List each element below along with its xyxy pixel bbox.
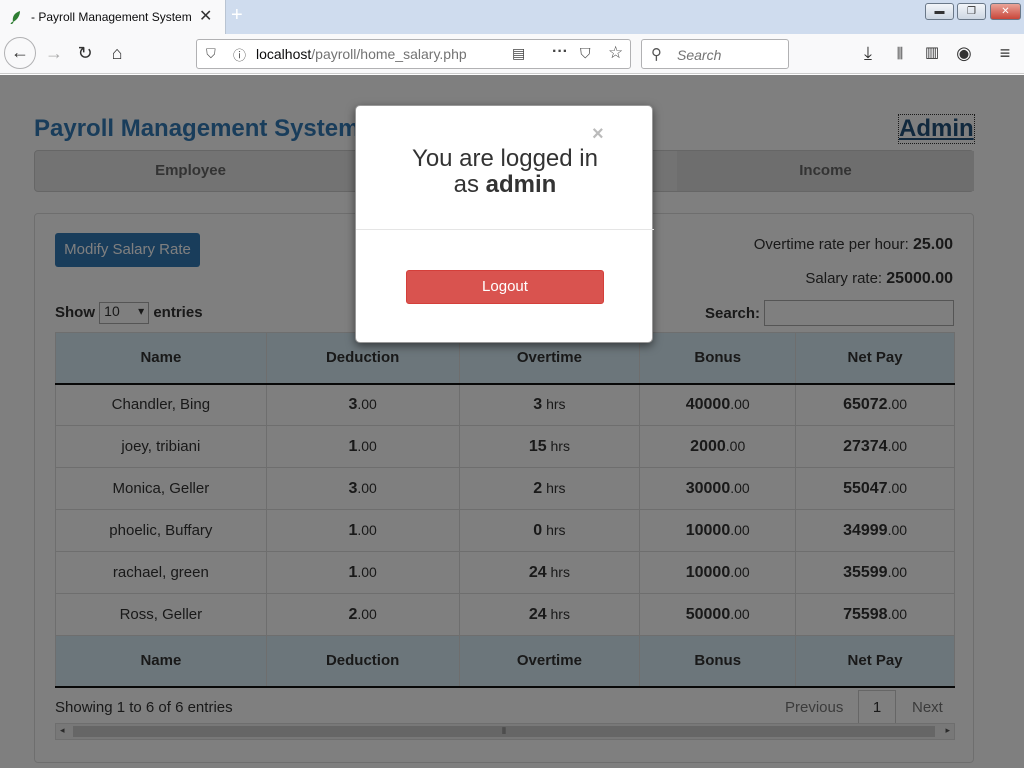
tab-title: - Payroll Management System xyxy=(31,10,192,24)
back-icon[interactable]: ← xyxy=(4,37,36,69)
bookmark-star-icon[interactable]: ☆ xyxy=(608,43,623,63)
logout-button[interactable]: Logout xyxy=(406,270,604,304)
url-bar[interactable]: ⛉ ⓘ localhost/payroll/home_salary.php ▤ … xyxy=(196,39,631,69)
account-icon[interactable]: ◉ xyxy=(950,40,978,68)
browser-navbar: ← → ↻ ⌂ ⛉ ⓘ localhost/payroll/home_salar… xyxy=(0,34,1024,74)
sidebar-icon[interactable]: ▥ xyxy=(918,40,946,68)
leaf-favicon-icon xyxy=(10,11,20,24)
browser-search-field[interactable]: ⚲ Search xyxy=(641,39,789,69)
browser-tab[interactable]: - Payroll Management System ✕ xyxy=(0,0,226,34)
info-icon[interactable]: ⓘ xyxy=(233,45,246,64)
new-tab-icon[interactable]: + xyxy=(231,4,243,27)
logged-in-user: admin xyxy=(485,171,557,198)
reader-view-icon[interactable]: ▤ xyxy=(512,45,525,62)
minimize-icon[interactable]: ▬ xyxy=(925,3,954,20)
window-close-icon[interactable]: ✕ xyxy=(990,3,1021,20)
home-icon[interactable]: ⌂ xyxy=(103,40,131,68)
menu-icon[interactable]: ≡ xyxy=(991,40,1019,68)
modal-divider xyxy=(356,229,654,230)
library-icon[interactable]: ⫼ xyxy=(886,40,914,68)
url-text: localhost/payroll/home_salary.php xyxy=(256,46,467,62)
modal-close-icon[interactable]: × xyxy=(592,123,604,146)
pocket-icon[interactable]: ⛉ xyxy=(580,45,591,62)
search-icon: ⚲ xyxy=(651,46,662,63)
modal-message: You are logged in as admin xyxy=(412,145,598,198)
browser-titlebar: - Payroll Management System ✕ + ▬ ❐ ✕ xyxy=(0,0,1024,34)
forward-icon[interactable]: → xyxy=(40,40,68,68)
restore-icon[interactable]: ❐ xyxy=(957,3,986,20)
logout-modal: × You are logged in as admin Logout xyxy=(355,105,654,343)
search-placeholder: Search xyxy=(677,47,722,63)
shield-icon: ⛉ xyxy=(206,46,216,61)
reload-icon[interactable]: ↻ xyxy=(71,40,99,68)
page-actions-icon[interactable]: ··· xyxy=(552,43,568,61)
tab-close-icon[interactable]: ✕ xyxy=(199,6,212,26)
download-icon[interactable]: ⤓ xyxy=(854,40,882,68)
